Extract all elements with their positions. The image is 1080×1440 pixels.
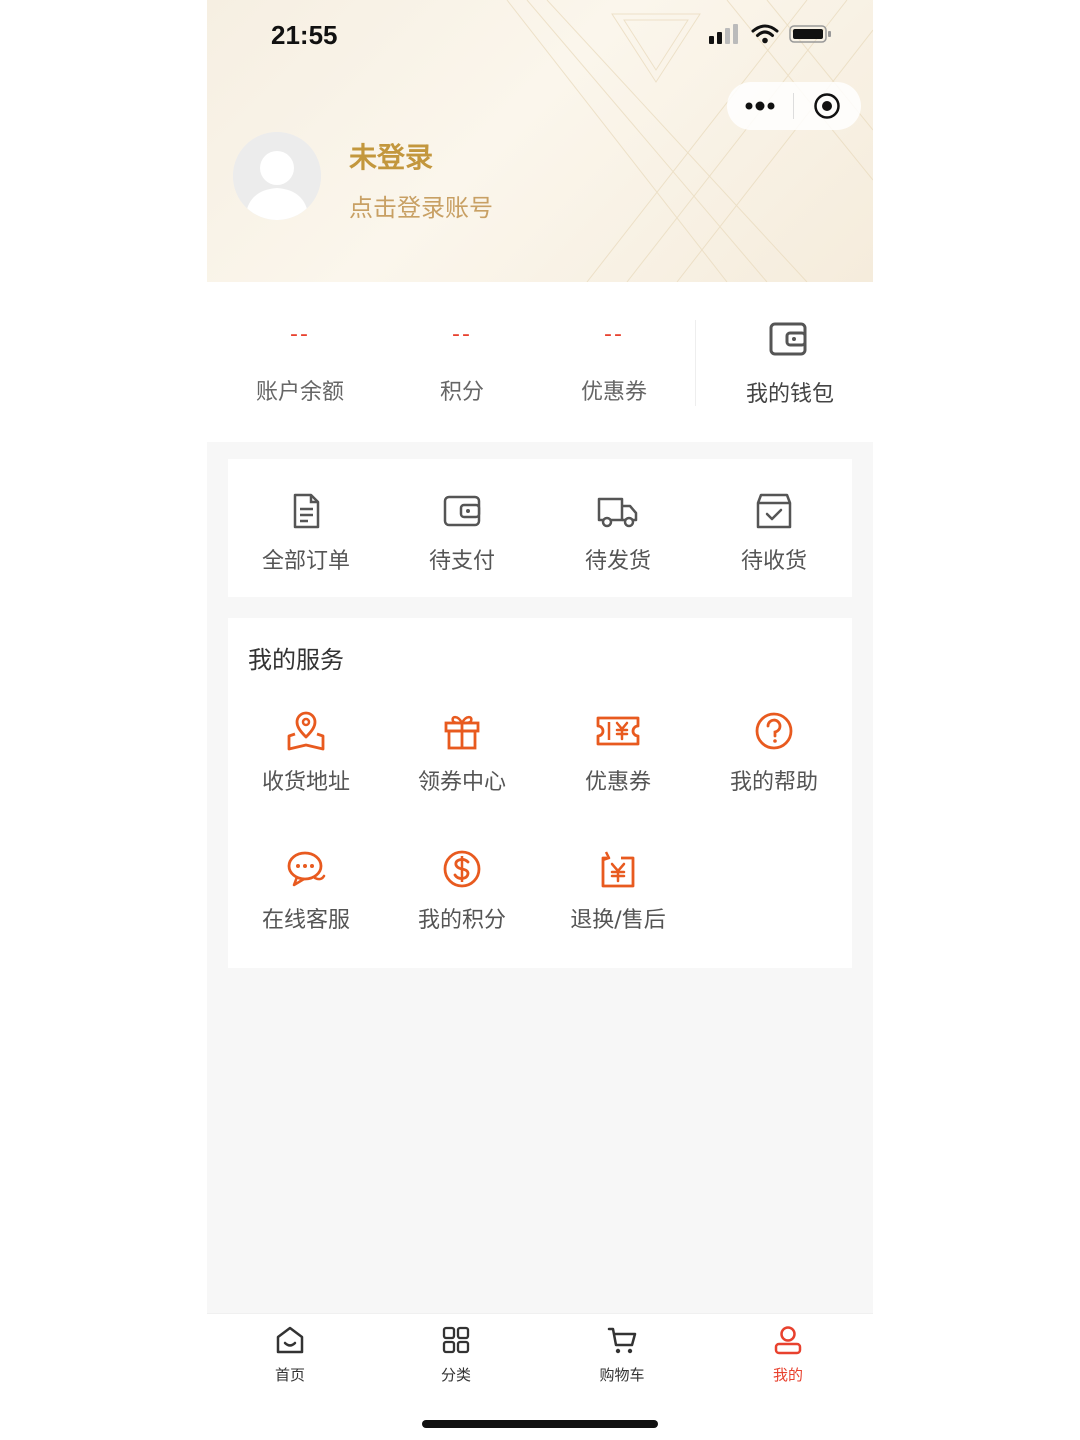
stat-points[interactable]: -- 积分 [387, 282, 537, 442]
order-label: 待收货 [740, 549, 807, 574]
miniprogram-capsule [727, 82, 861, 130]
service-coupons-button[interactable]: 优惠券 [540, 710, 696, 796]
document-icon [293, 493, 320, 529]
refund-icon [601, 851, 635, 888]
truck-icon [597, 497, 638, 528]
dollar-icon [443, 850, 481, 888]
service-label: 我的积分 [417, 908, 506, 933]
target-circle-icon [814, 93, 840, 119]
status-icons [709, 24, 833, 44]
stat-label: 优惠券 [580, 380, 647, 405]
tab-home[interactable]: 首页 [207, 1324, 373, 1385]
service-customer-service-button[interactable]: 在线客服 [228, 848, 384, 934]
stat-balance[interactable]: -- 账户余额 [225, 282, 375, 442]
profile-header: 21:55 未登录 点击登录账号 [207, 0, 873, 282]
phone-screen: 21:55 未登录 点击登录账号 -- 账户余额 -- 积分 -- 优惠券 我的… [207, 0, 873, 1440]
home-indicator [422, 1420, 658, 1428]
gift-icon [444, 715, 480, 750]
order-label: 待发货 [584, 549, 651, 574]
bottom-tabbar: 首页 分类 购物车 我的 [207, 1313, 873, 1440]
user-icon [774, 1326, 802, 1355]
stat-value: -- [290, 322, 310, 347]
chat-bubble-icon [287, 851, 326, 887]
my-wallet-button[interactable]: 我的钱包 [707, 282, 873, 442]
close-miniprogram-button[interactable] [794, 82, 860, 130]
stats-divider [695, 320, 696, 406]
cellular-signal-icon [709, 24, 738, 44]
stat-value: -- [604, 322, 624, 347]
services-card: 我的服务 收货地址 领券中心 优惠券 我的帮助 在线客服 我的积分 退换/售后 [228, 618, 852, 968]
wallet-label: 我的钱包 [745, 382, 834, 407]
order-to-receive-button[interactable]: 待收货 [696, 491, 852, 575]
service-label: 我的帮助 [729, 770, 818, 795]
service-label: 收货地址 [261, 770, 350, 795]
grid-icon [442, 1326, 470, 1354]
service-label: 退换/售后 [570, 908, 666, 933]
default-avatar-icon [233, 132, 321, 220]
cart-icon [607, 1327, 637, 1354]
tab-cart[interactable]: 购物车 [539, 1324, 705, 1385]
login-link[interactable]: 点击登录账号 [349, 188, 493, 223]
help-icon [755, 712, 793, 750]
tab-label: 分类 [440, 1366, 471, 1384]
tab-label: 首页 [274, 1366, 305, 1384]
battery-icon [789, 25, 831, 43]
location-pin-icon [287, 711, 325, 751]
wifi-icon [751, 24, 779, 44]
more-button[interactable] [727, 82, 793, 130]
stat-label: 账户余额 [255, 380, 344, 405]
stat-value: -- [452, 322, 472, 347]
service-coupon-center-button[interactable]: 领券中心 [384, 710, 540, 796]
order-unpaid-button[interactable]: 待支付 [384, 491, 540, 575]
order-label: 待支付 [428, 549, 495, 574]
tab-label: 我的 [772, 1366, 803, 1384]
service-label: 在线客服 [261, 908, 350, 933]
tab-label: 购物车 [599, 1366, 645, 1384]
account-stats: -- 账户余额 -- 积分 -- 优惠券 我的钱包 [207, 282, 873, 442]
stat-coupons[interactable]: -- 优惠券 [539, 282, 689, 442]
service-label: 领券中心 [417, 770, 506, 795]
order-all-button[interactable]: 全部订单 [228, 491, 384, 575]
wallet-icon [443, 495, 481, 527]
tab-category[interactable]: 分类 [373, 1324, 539, 1385]
order-label: 全部订单 [261, 549, 350, 574]
avatar[interactable] [233, 132, 321, 220]
orders-card: 全部订单 待支付 待发货 待收货 [228, 459, 852, 597]
status-time: 21:55 [271, 20, 338, 50]
tab-mine[interactable]: 我的 [705, 1324, 871, 1385]
login-status[interactable]: 未登录 [349, 136, 433, 176]
home-icon [276, 1326, 304, 1354]
stat-label: 积分 [439, 380, 484, 405]
service-after-sales-button[interactable]: 退换/售后 [540, 848, 696, 934]
service-label: 优惠券 [584, 770, 651, 795]
coupon-icon [596, 716, 640, 746]
wallet-icon [769, 322, 807, 356]
service-help-button[interactable]: 我的帮助 [696, 710, 852, 796]
order-to-ship-button[interactable]: 待发货 [540, 491, 696, 575]
more-dots-icon [745, 101, 775, 111]
box-check-icon [756, 493, 792, 529]
services-title: 我的服务 [248, 646, 344, 674]
service-my-points-button[interactable]: 我的积分 [384, 848, 540, 934]
service-address-button[interactable]: 收货地址 [228, 710, 384, 796]
